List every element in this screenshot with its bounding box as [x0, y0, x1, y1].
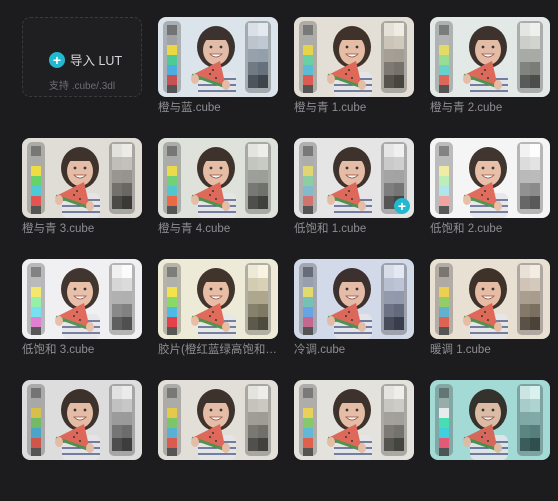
- lut-preview-thumbnail[interactable]: [158, 17, 278, 97]
- lut-card[interactable]: [430, 380, 550, 501]
- lut-card[interactable]: 橙与青 1.cube: [294, 17, 414, 138]
- lut-card[interactable]: 橙与青 3.cube: [22, 138, 142, 259]
- lut-name-label: 胶片(橙红蓝绿高饱和).cube: [158, 344, 278, 356]
- lut-preview-thumbnail[interactable]: [158, 138, 278, 218]
- lut-grid: + 导入 LUT 支持 .cube/.3dl 橙与蓝.cube 橙与青 1.cu…: [22, 17, 550, 501]
- lut-name-label: 低饱和 3.cube: [22, 344, 95, 356]
- lut-name-label: 橙与青 2.cube: [430, 102, 503, 114]
- lut-name-label: 橙与青 4.cube: [158, 223, 231, 235]
- lut-card[interactable]: 橙与蓝.cube: [158, 17, 278, 138]
- lut-preview-thumbnail[interactable]: [430, 17, 550, 97]
- import-dropzone[interactable]: + 导入 LUT 支持 .cube/.3dl: [22, 17, 142, 97]
- import-lut-label: 导入 LUT: [70, 54, 123, 68]
- lut-preview-thumbnail[interactable]: +: [294, 138, 414, 218]
- import-lut-card[interactable]: + 导入 LUT 支持 .cube/.3dl: [22, 17, 142, 138]
- lut-card[interactable]: 橙与青 2.cube: [430, 17, 550, 138]
- lut-preview-thumbnail[interactable]: [430, 138, 550, 218]
- lut-preview-thumbnail[interactable]: [430, 259, 550, 339]
- lut-card[interactable]: 低饱和 3.cube: [22, 259, 142, 380]
- lut-preview-thumbnail[interactable]: [22, 380, 142, 460]
- lut-name-label: 冷调.cube: [294, 344, 346, 356]
- lut-preview-thumbnail[interactable]: [294, 17, 414, 97]
- import-lut-button[interactable]: + 导入 LUT: [49, 50, 122, 69]
- import-format-note: 支持 .cube/.3dl: [48, 81, 116, 92]
- lut-card[interactable]: + 低饱和 1.cube: [294, 138, 414, 259]
- lut-card[interactable]: [22, 380, 142, 501]
- lut-name-label: 低饱和 2.cube: [430, 223, 503, 235]
- lut-card[interactable]: 胶片(橙红蓝绿高饱和).cube: [158, 259, 278, 380]
- lut-name-label: 橙与青 3.cube: [22, 223, 95, 235]
- lut-name-label: 低饱和 1.cube: [294, 223, 367, 235]
- scrollbar[interactable]: [552, 0, 556, 462]
- lut-preview-thumbnail[interactable]: [22, 259, 142, 339]
- lut-preview-thumbnail[interactable]: [294, 380, 414, 460]
- plus-icon: +: [49, 51, 65, 68]
- lut-preview-thumbnail[interactable]: [158, 259, 278, 339]
- lut-name-label: 橙与蓝.cube: [158, 102, 221, 114]
- lut-preview-thumbnail[interactable]: [430, 380, 550, 460]
- lut-card[interactable]: 低饱和 2.cube: [430, 138, 550, 259]
- lut-preview-thumbnail[interactable]: [22, 138, 142, 218]
- lut-preview-thumbnail[interactable]: [294, 259, 414, 339]
- lut-card[interactable]: 冷调.cube: [294, 259, 414, 380]
- lut-card[interactable]: 暖调 1.cube: [430, 259, 550, 380]
- lut-name-label: 橙与青 1.cube: [294, 102, 367, 114]
- lut-name-label: 暖调 1.cube: [430, 344, 491, 356]
- lut-preview-thumbnail[interactable]: [158, 380, 278, 460]
- lut-card[interactable]: [294, 380, 414, 501]
- lut-card[interactable]: 橙与青 4.cube: [158, 138, 278, 259]
- lut-card[interactable]: [158, 380, 278, 501]
- add-lut-icon[interactable]: +: [394, 198, 410, 214]
